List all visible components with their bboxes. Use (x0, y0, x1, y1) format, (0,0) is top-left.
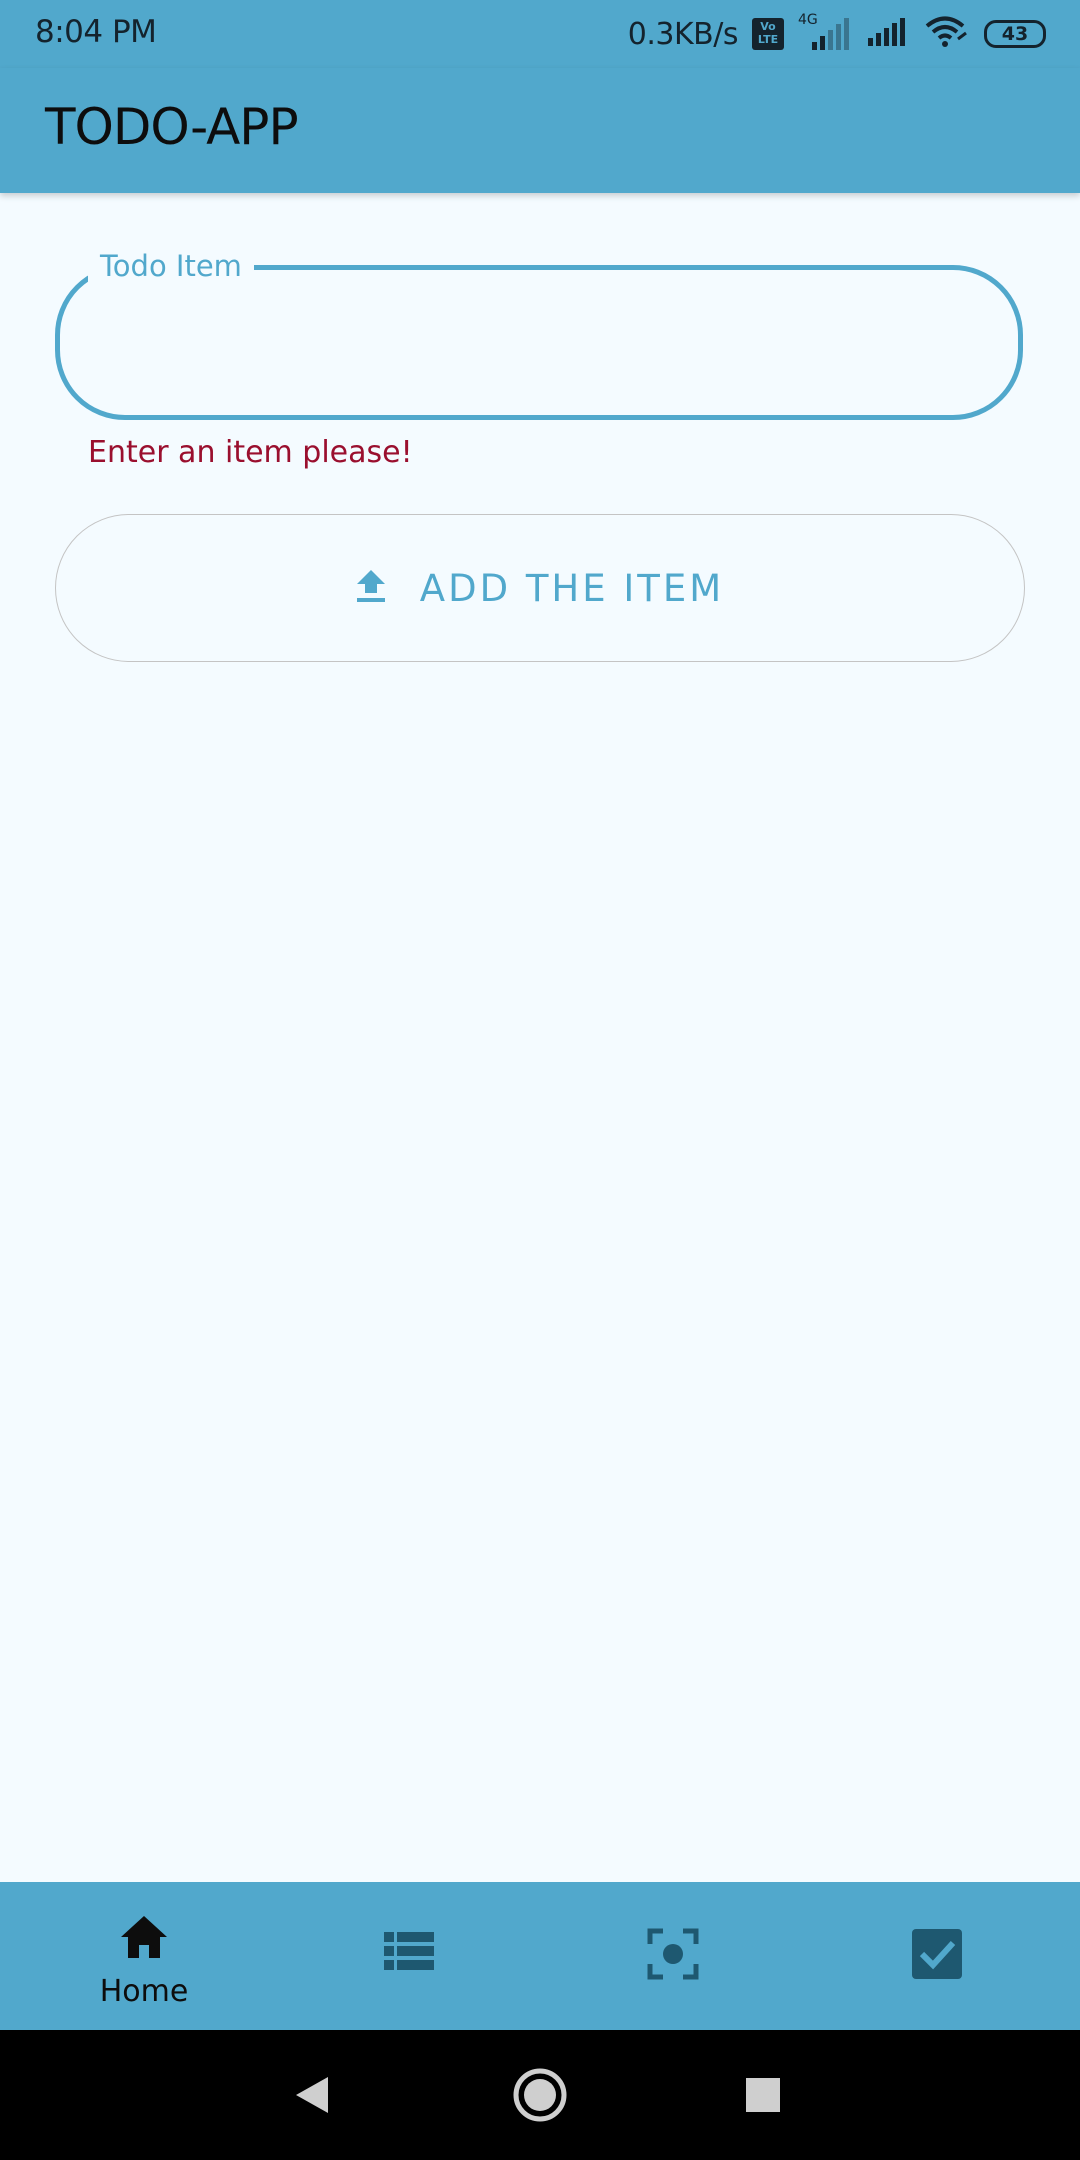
bottom-navigation: Home (0, 1882, 1080, 2030)
status-indicators: 0.3KB/s Vo LTE 4G 43 (627, 12, 1046, 54)
signal-icon (866, 16, 910, 52)
back-icon[interactable] (282, 2065, 342, 2125)
todo-item-input[interactable] (110, 300, 974, 382)
status-bar: 8:04 PM 0.3KB/s Vo LTE 4G 43 (0, 0, 1080, 68)
home-icon (119, 1912, 169, 1962)
system-navigation-bar (0, 2030, 1080, 2160)
focus-icon (647, 1928, 699, 1980)
home-circle-icon[interactable] (510, 2065, 570, 2125)
add-item-button[interactable]: ADD THE ITEM (55, 514, 1025, 662)
nav-item-list[interactable] (274, 1882, 544, 2030)
nav-label-home: Home (99, 1974, 189, 2009)
add-item-button-label: ADD THE ITEM (419, 566, 725, 610)
checkbox-icon (911, 1928, 962, 1979)
app-title: TODO-APP (45, 98, 299, 156)
signal-4g-icon: 4G (798, 12, 852, 52)
battery-icon: 43 (984, 20, 1046, 48)
network-speed: 0.3KB/s (627, 16, 739, 52)
upload-icon (356, 569, 386, 607)
volte-icon: Vo LTE (752, 18, 784, 50)
recents-icon[interactable] (733, 2065, 793, 2125)
todo-item-label: Todo Item (88, 248, 254, 284)
nav-item-focus[interactable] (537, 1882, 807, 2030)
list-icon (384, 1930, 434, 1980)
wifi-icon (924, 15, 970, 53)
nav-item-completed[interactable] (801, 1882, 1071, 2030)
nav-item-home[interactable]: Home (9, 1882, 279, 2030)
field-error-text: Enter an item please! (88, 435, 413, 470)
status-time: 8:04 PM (35, 14, 157, 50)
app-bar: TODO-APP (0, 68, 1080, 193)
